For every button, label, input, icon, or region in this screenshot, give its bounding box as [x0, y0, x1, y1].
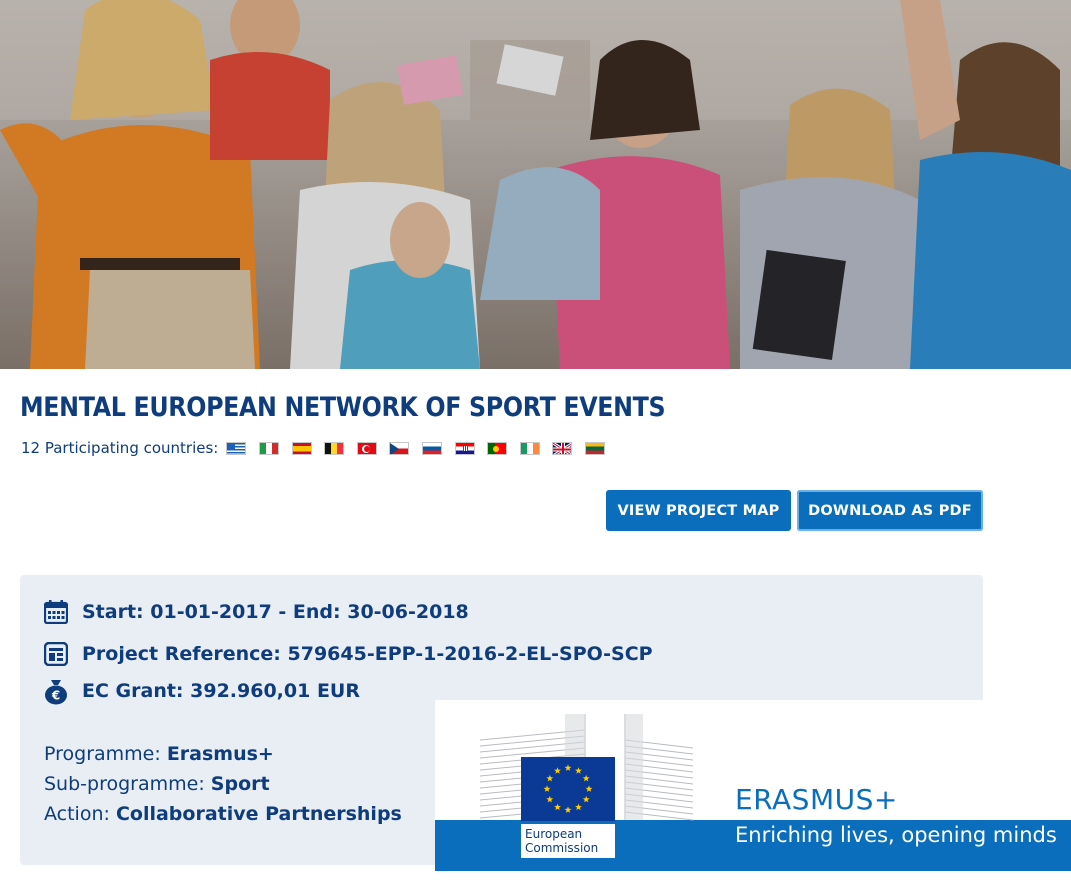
spain-flag-icon: [291, 441, 312, 455]
participating-countries: 12 Participating countries:: [21, 438, 617, 458]
italy-flag-icon: [258, 441, 279, 455]
croatia-flag-icon: [454, 441, 475, 455]
lithuania-flag-icon: [584, 441, 605, 455]
project-dates: Start: 01-01-2017 - End: 30-06-2018: [82, 601, 469, 623]
action-value: Collaborative Partnerships: [115, 803, 402, 825]
turkey-flag-icon: [356, 441, 377, 455]
greece-flag-icon: [226, 441, 247, 455]
action-line: Action: Collaborative Partnerships: [44, 803, 402, 825]
document-icon: [44, 642, 68, 666]
project-reference-row: Project Reference: 579645-EPP-1-2016-2-E…: [44, 642, 653, 666]
download-pdf-button[interactable]: DOWNLOAD AS PDF: [797, 490, 983, 531]
ireland-flag-icon: [519, 441, 540, 455]
belgium-flag-icon: [324, 441, 345, 455]
subprogramme-value: Sport: [210, 773, 270, 795]
ec-grant: EC Grant: 392.960,01 EUR: [82, 680, 360, 702]
slovenia-flag-icon: [421, 441, 442, 455]
project-reference: Project Reference: 579645-EPP-1-2016-2-E…: [82, 643, 653, 665]
programme-label: Programme:: [44, 743, 161, 765]
european-commission-label: European Commission: [521, 824, 615, 858]
ec-label-line2: Commission: [525, 841, 599, 855]
action-label: Action:: [44, 803, 110, 825]
ec-label-line1: European: [525, 827, 583, 841]
subprogramme-line: Sub-programme: Sport: [44, 773, 270, 795]
czech-republic-flag-icon: [389, 441, 410, 455]
erasmus-tagline: Enriching lives, opening minds: [735, 823, 1057, 847]
project-title: MENTAL EUROPEAN NETWORK OF SPORT EVENTS: [20, 392, 666, 423]
programme-line: Programme: Erasmus+: [44, 743, 274, 765]
erasmus-banner: European Commission ERASMUS+ Enriching l…: [435, 700, 1071, 871]
countries-label: 12 Participating countries:: [21, 439, 219, 457]
calendar-icon: [44, 600, 68, 624]
ec-grant-row: € EC Grant: 392.960,01 EUR: [44, 679, 360, 705]
subprogramme-label: Sub-programme:: [44, 773, 205, 795]
project-dates-row: Start: 01-01-2017 - End: 30-06-2018: [44, 600, 469, 624]
united-kingdom-flag-icon: [552, 441, 573, 455]
hero-students-photo: [0, 0, 1071, 369]
programme-value: Erasmus+: [166, 743, 274, 765]
view-project-map-button[interactable]: VIEW PROJECT MAP: [606, 490, 791, 531]
euro-moneybag-icon: €: [44, 679, 68, 705]
svg-text:€: €: [51, 689, 60, 703]
erasmus-programme-name: ERASMUS+: [735, 783, 898, 816]
portugal-flag-icon: [487, 441, 508, 455]
hero-image: [0, 0, 1071, 369]
